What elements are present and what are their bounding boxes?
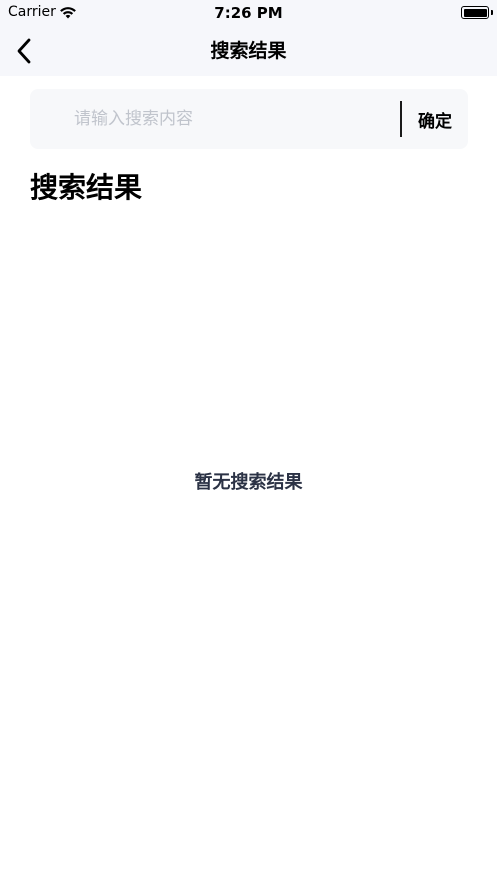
results-heading: 搜索结果	[30, 171, 143, 204]
chevron-left-icon	[17, 38, 31, 64]
page-title: 搜索结果	[210, 40, 287, 62]
search-input[interactable]	[30, 89, 400, 149]
navigation-bar: 搜索结果	[0, 26, 497, 76]
status-time: 7:26 PM	[214, 4, 283, 22]
empty-results-message: 暂无搜索结果	[194, 472, 303, 493]
back-button[interactable]	[8, 34, 40, 68]
search-box: 确定	[30, 89, 468, 149]
battery-icon	[461, 6, 489, 19]
status-bar: Carrier 7:26 PM	[0, 0, 497, 26]
confirm-button[interactable]: 确定	[402, 89, 468, 149]
battery-tip	[491, 10, 493, 15]
